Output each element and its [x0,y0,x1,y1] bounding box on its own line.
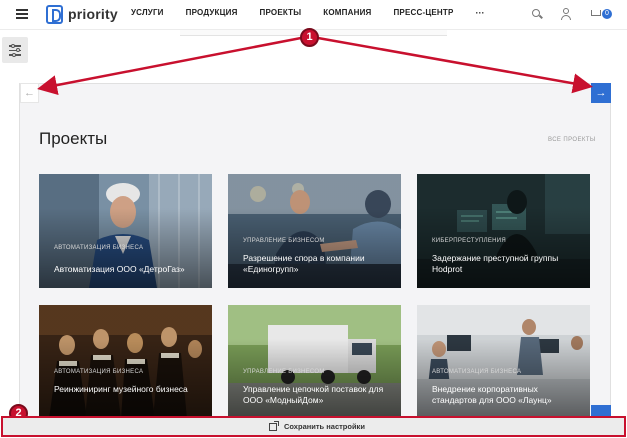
annotation-arrows [37,36,593,95]
annotation-marker-1: 1 [300,28,319,47]
external-link-icon [269,420,279,431]
save-settings-bar: Сохранить настройки [1,416,626,437]
save-settings-label: Сохранить настройки [284,422,365,431]
save-settings-button[interactable]: Сохранить настройки [269,420,365,431]
